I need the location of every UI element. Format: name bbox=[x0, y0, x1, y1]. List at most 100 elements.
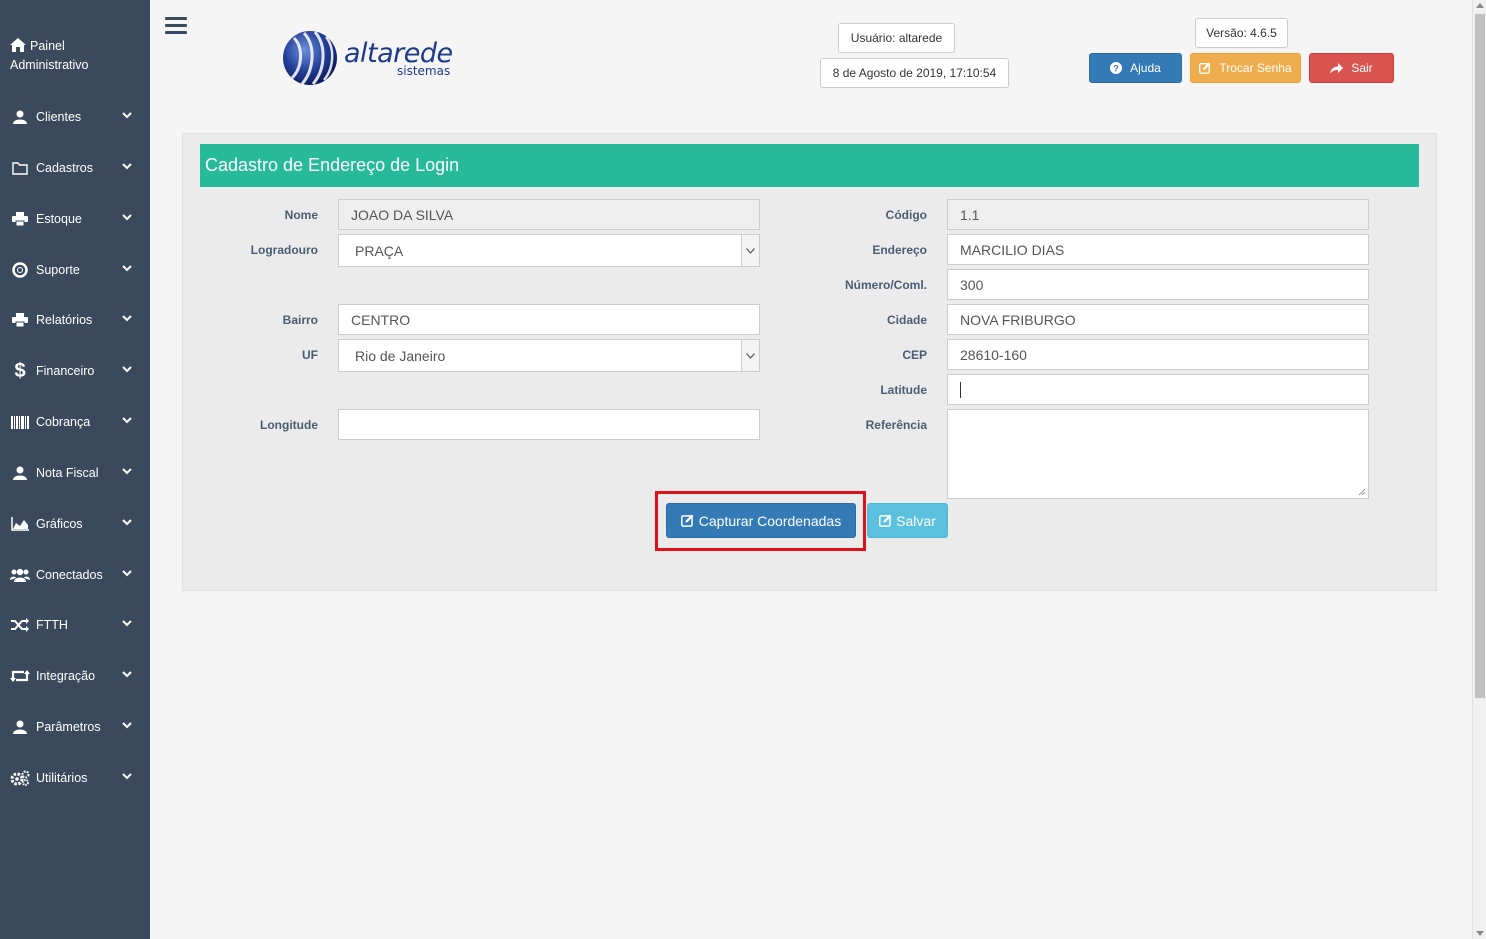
chevron-down-icon bbox=[122, 519, 132, 526]
latitude-label: Latitude bbox=[880, 383, 927, 397]
help-label: Ajuda bbox=[1130, 61, 1161, 75]
nome-field[interactable]: JOAO DA SILVA bbox=[338, 199, 760, 230]
sidebar-item-label: Cobrança bbox=[36, 415, 91, 429]
sidebar-item-estoque[interactable]: Estoque bbox=[0, 199, 150, 239]
chevron-down-icon[interactable] bbox=[741, 235, 759, 266]
chevron-down-icon[interactable] bbox=[741, 340, 759, 371]
chevron-down-icon bbox=[122, 468, 132, 475]
sidebar-item-label: Nota Fiscal bbox=[36, 466, 99, 480]
referencia-textarea[interactable] bbox=[947, 409, 1369, 499]
sidebar-item-label: Clientes bbox=[36, 110, 82, 124]
sidebar-item-integracao[interactable]: Integração bbox=[0, 656, 150, 696]
scroll-down-icon[interactable] bbox=[1476, 931, 1484, 936]
help-button[interactable]: ? Ajuda bbox=[1089, 53, 1182, 83]
uf-selected: Rio de Janeiro bbox=[355, 347, 446, 364]
bairro-label: Bairro bbox=[282, 313, 318, 327]
latitude-field[interactable] bbox=[947, 374, 1369, 405]
user-icon bbox=[10, 109, 30, 125]
nome-label: Nome bbox=[284, 208, 318, 222]
text-cursor bbox=[960, 381, 961, 398]
chevron-down-icon bbox=[122, 620, 132, 627]
folder-icon bbox=[10, 160, 30, 176]
user-icon bbox=[10, 719, 30, 735]
chevron-down-icon bbox=[122, 265, 132, 272]
sidebar-item-clientes[interactable]: Clientes bbox=[0, 97, 150, 137]
sidebar-item-cadastros[interactable]: Cadastros bbox=[0, 148, 150, 188]
barcode-icon bbox=[10, 414, 30, 430]
menu-toggle-icon[interactable] bbox=[165, 17, 187, 35]
save-label: Salvar bbox=[896, 512, 936, 529]
logout-label: Sair bbox=[1351, 61, 1373, 75]
scrollbar-thumb[interactable] bbox=[1475, 14, 1485, 698]
sidebar-header-line1: Painel bbox=[30, 39, 65, 53]
longitude-field[interactable] bbox=[338, 409, 760, 440]
cidade-field[interactable]: NOVA FRIBURGO bbox=[947, 304, 1369, 335]
uf-select[interactable]: Rio de Janeiro bbox=[338, 339, 760, 372]
sidebar-item-nota-fiscal[interactable]: Nota Fiscal bbox=[0, 453, 150, 493]
area-chart-icon bbox=[10, 516, 30, 532]
user-badge: Usuário: altarede bbox=[838, 23, 955, 53]
page-scrollbar[interactable] bbox=[1472, 0, 1486, 939]
cep-field[interactable]: 28610-160 bbox=[947, 339, 1369, 370]
chevron-down-icon bbox=[122, 214, 132, 221]
chevron-down-icon bbox=[122, 315, 132, 322]
sidebar-item-label: Relatórios bbox=[36, 313, 93, 327]
edit-icon bbox=[680, 514, 694, 527]
dollar-icon: $ bbox=[14, 359, 26, 382]
sidebar-item-label: Parâmetros bbox=[36, 720, 101, 734]
version-badge: Versão: 4.6.5 bbox=[1195, 18, 1288, 48]
sidebar-item-utilitarios[interactable]: Utilitários bbox=[0, 758, 150, 798]
sidebar-item-label: Cadastros bbox=[36, 161, 93, 175]
logradouro-select[interactable]: PRAÇA bbox=[338, 234, 760, 267]
capture-coordinates-button[interactable]: Capturar Coordenadas bbox=[666, 503, 856, 538]
sidebar-item-conectados[interactable]: Conectados bbox=[0, 555, 150, 595]
printer-icon bbox=[10, 211, 30, 227]
chevron-down-icon bbox=[122, 366, 132, 373]
numero-field[interactable]: 300 bbox=[947, 269, 1369, 300]
chevron-down-icon bbox=[122, 722, 132, 729]
edit-icon bbox=[1199, 62, 1211, 74]
sidebar-item-label: Estoque bbox=[36, 212, 82, 226]
logout-button[interactable]: Sair bbox=[1309, 53, 1394, 83]
change-password-button[interactable]: Trocar Senha bbox=[1190, 53, 1301, 83]
logradouro-selected: PRAÇA bbox=[355, 242, 404, 259]
sidebar: Painel Administrativo Clientes Cadastros… bbox=[0, 0, 150, 939]
retweet-icon bbox=[10, 668, 30, 684]
sidebar-item-graficos[interactable]: Gráficos bbox=[0, 504, 150, 544]
sidebar-header[interactable]: Painel Administrativo bbox=[10, 38, 145, 74]
sidebar-item-suporte[interactable]: Suporte bbox=[0, 250, 150, 290]
sidebar-item-label: Integração bbox=[36, 669, 96, 683]
endereco-field[interactable]: MARCILIO DIAS bbox=[947, 234, 1369, 265]
longitude-label: Longitude bbox=[260, 418, 318, 432]
sidebar-item-label: Gráficos bbox=[36, 517, 83, 531]
bairro-field[interactable]: CENTRO bbox=[338, 304, 760, 335]
sidebar-item-financeiro[interactable]: $ Financeiro bbox=[0, 351, 150, 391]
endereco-label: Endereço bbox=[872, 243, 927, 257]
chevron-down-icon bbox=[122, 773, 132, 780]
sidebar-item-cobranca[interactable]: Cobrança bbox=[0, 402, 150, 442]
save-button[interactable]: Salvar bbox=[867, 503, 948, 538]
sidebar-item-ftth[interactable]: FTTH bbox=[0, 605, 150, 645]
sidebar-item-label: FTTH bbox=[36, 618, 68, 632]
sidebar-header-line2: Administrativo bbox=[10, 58, 89, 72]
codigo-label: Código bbox=[885, 208, 927, 222]
home-icon bbox=[10, 38, 30, 57]
sidebar-item-label: Utilitários bbox=[36, 771, 88, 785]
chevron-down-icon bbox=[122, 671, 132, 678]
datetime-badge: 8 de Agosto de 2019, 17:10:54 bbox=[820, 58, 1009, 88]
resize-grip-icon[interactable] bbox=[1358, 488, 1366, 496]
sidebar-item-parametros[interactable]: Parâmetros bbox=[0, 707, 150, 747]
sidebar-item-relatorios[interactable]: Relatórios bbox=[0, 300, 150, 340]
cep-label: CEP bbox=[902, 348, 927, 362]
users-icon bbox=[10, 567, 30, 583]
referencia-label: Referência bbox=[865, 418, 927, 432]
sidebar-item-label: Conectados bbox=[36, 568, 103, 582]
cogs-icon bbox=[10, 770, 30, 786]
random-icon bbox=[10, 617, 30, 633]
scroll-up-icon[interactable] bbox=[1476, 3, 1484, 8]
chevron-down-icon bbox=[122, 112, 132, 119]
form-title: Cadastro de Endereço de Login bbox=[200, 144, 1419, 187]
codigo-field[interactable]: 1.1 bbox=[947, 199, 1369, 230]
question-circle-icon: ? bbox=[1110, 62, 1123, 74]
sidebar-item-label: Suporte bbox=[36, 263, 80, 277]
